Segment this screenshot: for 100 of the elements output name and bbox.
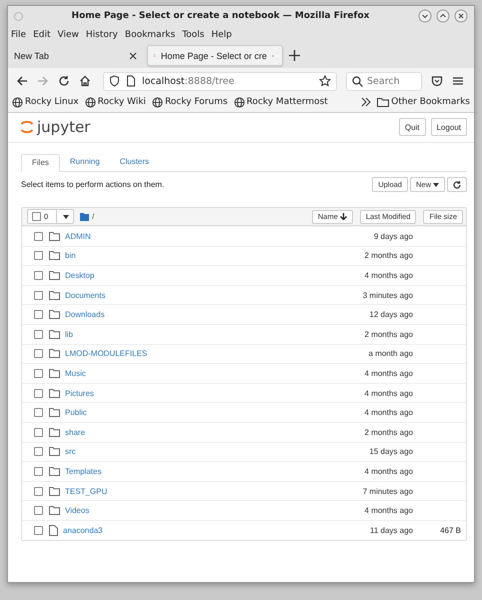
file-link[interactable]: share <box>65 428 86 437</box>
forward-icon[interactable] <box>37 75 49 87</box>
close-icon[interactable] <box>454 9 468 23</box>
file-link[interactable]: Desktop <box>65 270 94 280</box>
modified-text: 4 months ago <box>364 506 413 516</box>
menu-item[interactable]: Bookmarks <box>124 30 176 40</box>
folder-icon <box>49 447 60 456</box>
jupyter-logo[interactable]: jupyter <box>20 118 90 136</box>
folder-icon <box>377 97 390 107</box>
globe-icon <box>234 96 245 108</box>
checkbox[interactable] <box>34 232 43 241</box>
checkbox[interactable] <box>34 270 43 280</box>
file-link[interactable]: anaconda3 <box>63 526 103 535</box>
plus-icon[interactable] <box>289 50 300 61</box>
checkbox[interactable] <box>34 506 43 516</box>
menu-item[interactable]: Tools <box>182 30 204 40</box>
checkbox[interactable] <box>34 486 43 496</box>
folder-icon <box>49 310 60 320</box>
folder-icon <box>49 506 60 516</box>
modified-text: 15 days ago <box>369 447 413 456</box>
globe-icon <box>84 96 96 108</box>
file-link[interactable]: TEST_GPU <box>65 486 108 496</box>
search-field[interactable]: Search <box>346 72 422 90</box>
checkbox[interactable] <box>34 447 43 456</box>
globe-icon <box>152 96 163 108</box>
browser-tab[interactable]: New Tab <box>9 45 145 66</box>
modified-text: 7 minutes ago <box>362 486 413 496</box>
folder-icon <box>49 290 60 300</box>
modified-text: 3 minutes ago <box>362 290 413 300</box>
checkbox[interactable] <box>34 368 43 378</box>
refresh-button[interactable] <box>447 177 467 192</box>
tab[interactable]: Clusters <box>110 154 160 171</box>
folder-icon[interactable] <box>80 212 90 220</box>
checkbox[interactable] <box>34 290 43 300</box>
maximize-icon[interactable] <box>436 9 450 23</box>
modified-text: 4 months ago <box>364 466 413 476</box>
browser-tab[interactable]: Home Page - Select or cre <box>147 45 283 66</box>
file-link[interactable]: bin <box>65 251 76 260</box>
checkbox[interactable] <box>34 428 43 437</box>
header-button[interactable]: Quit <box>398 118 426 136</box>
checkbox[interactable] <box>34 526 43 535</box>
folder-icon <box>49 428 60 437</box>
menu-item[interactable]: View <box>58 30 79 40</box>
folder-icon <box>49 486 60 496</box>
folder-icon <box>49 270 60 280</box>
pocket-icon[interactable] <box>431 75 443 87</box>
modified-text: a month ago <box>368 349 413 358</box>
folder-icon <box>49 466 60 476</box>
bookmark-link[interactable]: Rocky Mattermost <box>234 96 328 108</box>
file-icon <box>49 524 58 536</box>
bookmark-link[interactable]: Rocky Forums <box>152 96 228 108</box>
back-icon[interactable] <box>16 75 28 87</box>
file-link[interactable]: Templates <box>65 466 102 476</box>
file-link[interactable]: Downloads <box>65 310 105 320</box>
checkbox[interactable] <box>34 349 43 358</box>
modified-text: 2 months ago <box>364 428 413 437</box>
menu-item[interactable]: Edit <box>33 30 50 40</box>
shield-icon <box>109 75 120 87</box>
menu-item[interactable]: History <box>86 30 118 40</box>
caret-icon <box>63 214 70 218</box>
checkbox[interactable] <box>34 330 43 339</box>
modified-text: 4 months ago <box>364 270 413 280</box>
address-field[interactable]: localhost:8888/tree <box>103 72 337 90</box>
folder-icon <box>49 388 60 398</box>
menu-item[interactable]: Help <box>211 30 232 40</box>
file-link[interactable]: Music <box>65 368 86 378</box>
modified-text: 2 months ago <box>364 330 413 339</box>
home-icon[interactable] <box>79 75 91 87</box>
menu-icon[interactable] <box>452 75 464 87</box>
tab[interactable]: Running <box>60 154 110 171</box>
folder-icon <box>49 349 60 358</box>
modified-text: 11 days ago <box>370 526 413 535</box>
checkbox[interactable] <box>34 388 43 398</box>
reload-icon[interactable] <box>58 75 70 87</box>
menu-item[interactable]: File <box>11 30 26 40</box>
caret-icon <box>433 182 439 186</box>
modified-text: 4 months ago <box>364 408 413 418</box>
checkbox[interactable] <box>34 251 43 260</box>
file-link[interactable]: ADMIN <box>65 232 91 241</box>
bookmark-link[interactable]: Rocky Wiki <box>84 96 146 108</box>
close-icon[interactable] <box>129 52 137 60</box>
header-button[interactable]: Logout <box>430 118 467 136</box>
file-link[interactable]: Pictures <box>65 388 94 398</box>
checkbox[interactable] <box>34 310 43 320</box>
star-icon[interactable] <box>319 75 331 87</box>
minimize-icon[interactable] <box>418 9 432 23</box>
file-link[interactable]: Public <box>65 408 87 418</box>
checkbox[interactable] <box>34 466 43 476</box>
tab[interactable]: Files <box>21 154 60 172</box>
page-icon <box>126 75 136 87</box>
file-link[interactable]: LMOD-MODULEFILES <box>65 349 148 358</box>
file-link[interactable]: Documents <box>65 290 106 300</box>
other-bookmarks-button[interactable]: Other Bookmarks <box>377 97 470 107</box>
checkbox[interactable] <box>34 408 43 418</box>
bookmark-link[interactable]: Rocky Linux <box>12 96 79 108</box>
file-link[interactable]: Videos <box>65 506 90 516</box>
chevrons-icon[interactable] <box>361 97 372 107</box>
file-link[interactable]: src <box>65 447 76 456</box>
folder-icon <box>49 408 60 418</box>
file-link[interactable]: lib <box>65 330 74 339</box>
